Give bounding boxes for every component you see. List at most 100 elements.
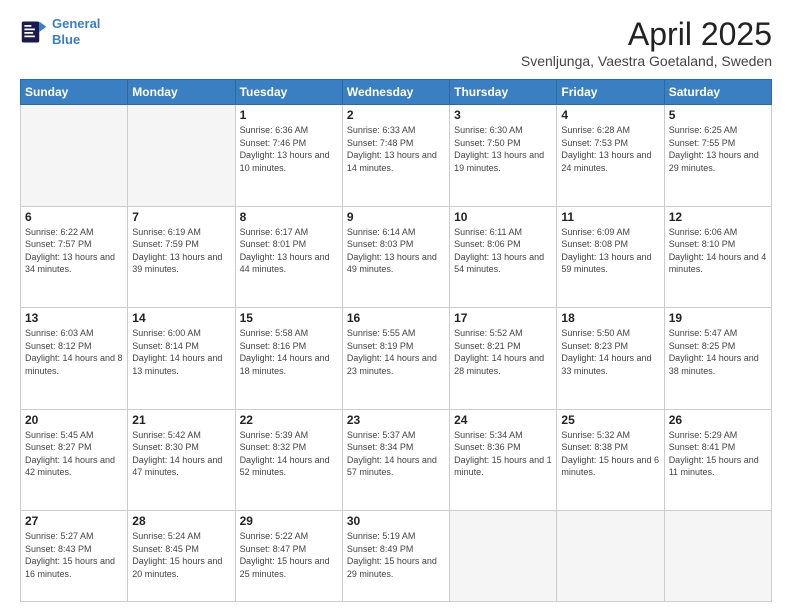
day-cell: 5 Sunrise: 6:25 AMSunset: 7:55 PMDaylight… xyxy=(664,105,771,207)
day-info: Sunrise: 6:19 AMSunset: 7:59 PMDaylight:… xyxy=(132,226,230,276)
day-cell: 18Sunrise: 5:50 AMSunset: 8:23 PMDayligh… xyxy=(557,308,664,410)
day-cell: 24Sunrise: 5:34 AMSunset: 8:36 PMDayligh… xyxy=(450,409,557,511)
day-info: Sunrise: 5:32 AMSunset: 8:38 PMDaylight:… xyxy=(561,429,659,479)
day-cell: 19 Sunrise: 5:47 AMSunset: 8:25 PMDayligh… xyxy=(664,308,771,410)
day-info: Sunrise: 5:37 AMSunset: 8:34 PMDaylight:… xyxy=(347,429,445,479)
day-number: 26 xyxy=(669,413,767,427)
day-header-saturday: Saturday xyxy=(664,80,771,105)
day-number: 25 xyxy=(561,413,659,427)
day-header-sunday: Sunday xyxy=(21,80,128,105)
day-number: 12 xyxy=(669,210,767,224)
day-number: 16 xyxy=(347,311,445,325)
calendar: SundayMondayTuesdayWednesdayThursdayFrid… xyxy=(20,79,772,602)
day-cell: 28 Sunrise: 5:24 AMSunset: 8:45 PMDayligh… xyxy=(128,511,235,602)
day-header-wednesday: Wednesday xyxy=(342,80,449,105)
day-info: Sunrise: 5:24 AMSunset: 8:45 PMDaylight:… xyxy=(132,530,230,580)
day-cell: 9 Sunrise: 6:14 AMSunset: 8:03 PMDaylight… xyxy=(342,206,449,308)
day-number: 4 xyxy=(561,108,659,122)
day-cell: 23 Sunrise: 5:37 AMSunset: 8:34 PMDayligh… xyxy=(342,409,449,511)
day-cell: 4 Sunrise: 6:28 AMSunset: 7:53 PMDaylight… xyxy=(557,105,664,207)
title-block: April 2025 Svenljunga, Vaestra Goetaland… xyxy=(521,16,772,69)
day-cell: 27Sunrise: 5:27 AMSunset: 8:43 PMDayligh… xyxy=(21,511,128,602)
day-cell: 16 Sunrise: 5:55 AMSunset: 8:19 PMDayligh… xyxy=(342,308,449,410)
day-cell: 8 Sunrise: 6:17 AMSunset: 8:01 PMDaylight… xyxy=(235,206,342,308)
day-info: Sunrise: 6:00 AMSunset: 8:14 PMDaylight:… xyxy=(132,327,230,377)
day-number: 23 xyxy=(347,413,445,427)
day-info: Sunrise: 5:45 AMSunset: 8:27 PMDaylight:… xyxy=(25,429,123,479)
day-cell: 22Sunrise: 5:39 AMSunset: 8:32 PMDayligh… xyxy=(235,409,342,511)
day-cell: 2 Sunrise: 6:33 AMSunset: 7:48 PMDaylight… xyxy=(342,105,449,207)
day-number: 19 xyxy=(669,311,767,325)
logo-text: General Blue xyxy=(52,16,100,47)
day-cell xyxy=(450,511,557,602)
day-number: 9 xyxy=(347,210,445,224)
day-cell xyxy=(128,105,235,207)
day-number: 7 xyxy=(132,210,230,224)
day-info: Sunrise: 5:42 AMSunset: 8:30 PMDaylight:… xyxy=(132,429,230,479)
month-title: April 2025 xyxy=(521,16,772,53)
day-info: Sunrise: 6:17 AMSunset: 8:01 PMDaylight:… xyxy=(240,226,338,276)
day-info: Sunrise: 6:03 AMSunset: 8:12 PMDaylight:… xyxy=(25,327,123,377)
day-headers-row: SundayMondayTuesdayWednesdayThursdayFrid… xyxy=(21,80,772,105)
day-info: Sunrise: 6:22 AMSunset: 7:57 PMDaylight:… xyxy=(25,226,123,276)
day-cell: 13 Sunrise: 6:03 AMSunset: 8:12 PMDayligh… xyxy=(21,308,128,410)
day-cell: 1Sunrise: 6:36 AMSunset: 7:46 PMDaylight… xyxy=(235,105,342,207)
day-number: 20 xyxy=(25,413,123,427)
day-cell: 20 Sunrise: 5:45 AMSunset: 8:27 PMDayligh… xyxy=(21,409,128,511)
day-info: Sunrise: 6:36 AMSunset: 7:46 PMDaylight:… xyxy=(240,124,338,174)
day-info: Sunrise: 6:06 AMSunset: 8:10 PMDaylight:… xyxy=(669,226,767,276)
day-info: Sunrise: 5:29 AMSunset: 8:41 PMDaylight:… xyxy=(669,429,767,479)
day-header-monday: Monday xyxy=(128,80,235,105)
day-header-thursday: Thursday xyxy=(450,80,557,105)
day-number: 6 xyxy=(25,210,123,224)
day-cell: 15 Sunrise: 5:58 AMSunset: 8:16 PMDayligh… xyxy=(235,308,342,410)
day-info: Sunrise: 6:09 AMSunset: 8:08 PMDaylight:… xyxy=(561,226,659,276)
day-number: 30 xyxy=(347,514,445,528)
logo: General Blue xyxy=(20,16,100,47)
day-number: 13 xyxy=(25,311,123,325)
day-info: Sunrise: 6:14 AMSunset: 8:03 PMDaylight:… xyxy=(347,226,445,276)
day-number: 15 xyxy=(240,311,338,325)
day-info: Sunrise: 6:30 AMSunset: 7:50 PMDaylight:… xyxy=(454,124,552,174)
day-number: 11 xyxy=(561,210,659,224)
day-number: 21 xyxy=(132,413,230,427)
day-info: Sunrise: 5:47 AMSunset: 8:25 PMDaylight:… xyxy=(669,327,767,377)
day-cell: 11 Sunrise: 6:09 AMSunset: 8:08 PMDayligh… xyxy=(557,206,664,308)
day-number: 17 xyxy=(454,311,552,325)
day-number: 28 xyxy=(132,514,230,528)
day-cell xyxy=(664,511,771,602)
day-info: Sunrise: 5:52 AMSunset: 8:21 PMDaylight:… xyxy=(454,327,552,377)
day-cell: 26 Sunrise: 5:29 AMSunset: 8:41 PMDayligh… xyxy=(664,409,771,511)
day-cell: 29 Sunrise: 5:22 AMSunset: 8:47 PMDayligh… xyxy=(235,511,342,602)
day-info: Sunrise: 5:50 AMSunset: 8:23 PMDaylight:… xyxy=(561,327,659,377)
day-number: 5 xyxy=(669,108,767,122)
day-info: Sunrise: 6:33 AMSunset: 7:48 PMDaylight:… xyxy=(347,124,445,174)
day-cell: 25 Sunrise: 5:32 AMSunset: 8:38 PMDayligh… xyxy=(557,409,664,511)
week-row-4: 20 Sunrise: 5:45 AMSunset: 8:27 PMDayligh… xyxy=(21,409,772,511)
day-cell: 6 Sunrise: 6:22 AMSunset: 7:57 PMDaylight… xyxy=(21,206,128,308)
week-row-1: 1Sunrise: 6:36 AMSunset: 7:46 PMDaylight… xyxy=(21,105,772,207)
day-info: Sunrise: 5:19 AMSunset: 8:49 PMDaylight:… xyxy=(347,530,445,580)
day-cell xyxy=(557,511,664,602)
day-number: 3 xyxy=(454,108,552,122)
day-number: 29 xyxy=(240,514,338,528)
day-info: Sunrise: 6:28 AMSunset: 7:53 PMDaylight:… xyxy=(561,124,659,174)
day-info: Sunrise: 6:25 AMSunset: 7:55 PMDaylight:… xyxy=(669,124,767,174)
header: General Blue April 2025 Svenljunga, Vaes… xyxy=(20,16,772,69)
day-cell: 12 Sunrise: 6:06 AMSunset: 8:10 PMDayligh… xyxy=(664,206,771,308)
day-info: Sunrise: 5:58 AMSunset: 8:16 PMDaylight:… xyxy=(240,327,338,377)
day-number: 10 xyxy=(454,210,552,224)
day-header-friday: Friday xyxy=(557,80,664,105)
day-number: 2 xyxy=(347,108,445,122)
page: General Blue April 2025 Svenljunga, Vaes… xyxy=(0,0,792,612)
day-info: Sunrise: 5:55 AMSunset: 8:19 PMDaylight:… xyxy=(347,327,445,377)
calendar-body: 1Sunrise: 6:36 AMSunset: 7:46 PMDaylight… xyxy=(21,105,772,602)
day-cell: 7 Sunrise: 6:19 AMSunset: 7:59 PMDaylight… xyxy=(128,206,235,308)
day-info: Sunrise: 5:22 AMSunset: 8:47 PMDaylight:… xyxy=(240,530,338,580)
day-cell xyxy=(21,105,128,207)
day-number: 8 xyxy=(240,210,338,224)
day-info: Sunrise: 6:11 AMSunset: 8:06 PMDaylight:… xyxy=(454,226,552,276)
day-info: Sunrise: 5:39 AMSunset: 8:32 PMDaylight:… xyxy=(240,429,338,479)
logo-blue: Blue xyxy=(52,32,80,47)
week-row-2: 6 Sunrise: 6:22 AMSunset: 7:57 PMDaylight… xyxy=(21,206,772,308)
